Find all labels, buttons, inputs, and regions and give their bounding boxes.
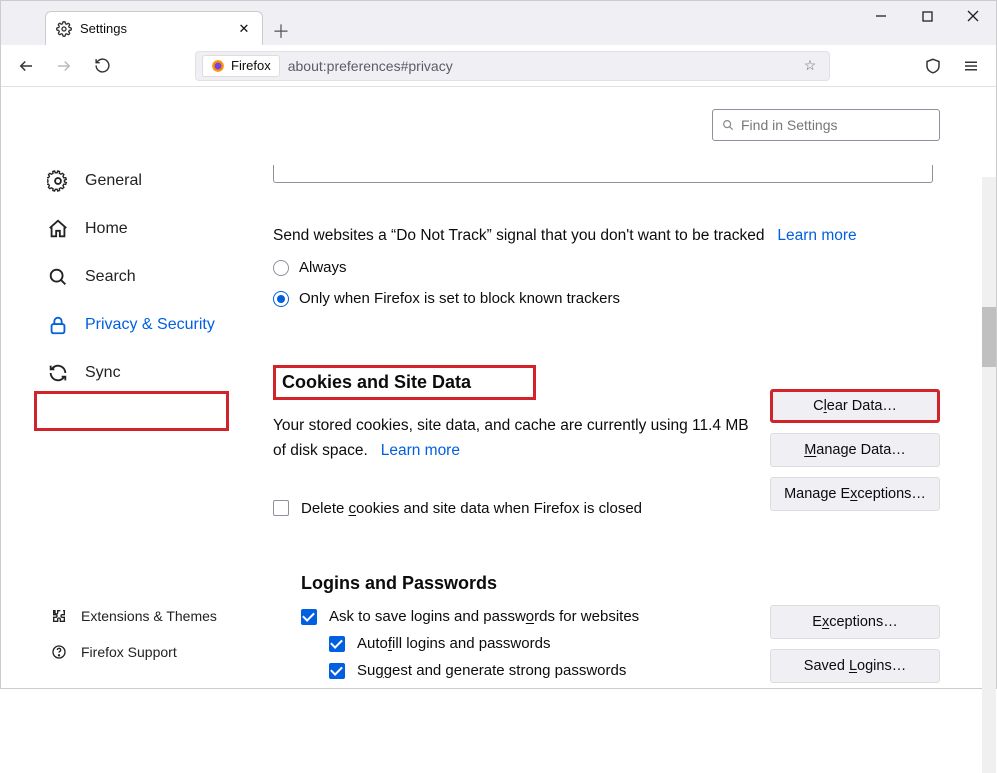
urlbar[interactable]: Firefox about:preferences#privacy ☆: [195, 51, 830, 81]
dnt-section: Send websites a “Do Not Track” signal th…: [273, 227, 973, 307]
sidebar-item-label: General: [85, 172, 142, 190]
cookies-learn-more-link[interactable]: Learn more: [381, 442, 460, 459]
checkbox-icon[interactable]: [301, 609, 317, 625]
puzzle-icon: [51, 608, 67, 624]
checkbox-icon[interactable]: [329, 636, 345, 652]
checkbox-icon[interactable]: [329, 663, 345, 679]
dnt-only-row[interactable]: Only when Firefox is set to block known …: [273, 290, 973, 307]
help-icon: [51, 644, 67, 660]
forward-button[interactable]: [49, 51, 79, 81]
sidebar-bottom-label: Extensions & Themes: [81, 608, 217, 624]
menu-icon[interactable]: [956, 51, 986, 81]
gear-icon: [47, 170, 69, 192]
sidebar-item-privacy[interactable]: Privacy & Security: [1, 301, 251, 349]
back-button[interactable]: [11, 51, 41, 81]
identity-label: Firefox: [231, 58, 271, 73]
sidebar-item-label: Search: [85, 268, 136, 286]
cookies-desc: Your stored cookies, site data, and cach…: [273, 414, 763, 464]
new-tab-button[interactable]: ＋: [267, 17, 295, 45]
lock-icon: [47, 314, 69, 336]
firefox-icon: [211, 59, 225, 73]
autofill-label: Autofill logins and passwords: [357, 635, 550, 652]
tab-title: Settings: [80, 21, 228, 36]
titlebar: Settings ✕ ＋: [1, 1, 996, 45]
sidebar-item-sync[interactable]: Sync: [1, 349, 251, 397]
sync-icon: [47, 362, 69, 384]
radio-icon[interactable]: [273, 291, 289, 307]
reload-button[interactable]: [87, 51, 117, 81]
checkbox-icon[interactable]: [273, 500, 289, 516]
ask-save-label: Ask to save logins and passwords for web…: [329, 608, 639, 625]
search-icon: [721, 118, 735, 132]
window-controls: [858, 1, 996, 45]
sidebar-bottom-label: Firefox Support: [81, 644, 177, 660]
pocket-icon[interactable]: [918, 51, 948, 81]
find-in-settings[interactable]: Find in Settings: [712, 109, 940, 141]
main: Find in Settings Send websites a “Do Not…: [251, 87, 996, 688]
close-button[interactable]: [950, 1, 996, 31]
manage-data-button[interactable]: Manage Data…: [770, 433, 940, 467]
sidebar-item-home[interactable]: Home: [1, 205, 251, 253]
site-identity[interactable]: Firefox: [202, 55, 280, 77]
dnt-always-label: Always: [299, 259, 347, 276]
minimize-button[interactable]: [858, 1, 904, 31]
saved-logins-button[interactable]: Saved Logins…: [770, 649, 940, 683]
toolbar: Firefox about:preferences#privacy ☆: [1, 45, 996, 87]
sidebar-item-general[interactable]: General: [1, 157, 251, 205]
home-icon: [47, 218, 69, 240]
maximize-button[interactable]: [904, 1, 950, 31]
sidebar-item-search[interactable]: Search: [1, 253, 251, 301]
dnt-always-row[interactable]: Always: [273, 259, 973, 276]
manage-exceptions-button[interactable]: Manage Exceptions…: [770, 477, 940, 511]
sidebar-support[interactable]: Firefox Support: [1, 634, 251, 670]
sidebar-item-label: Privacy & Security: [85, 316, 215, 334]
scrollbar-track[interactable]: [982, 177, 996, 773]
partial-section-box: [273, 165, 933, 183]
url-address: about:preferences#privacy: [288, 58, 453, 74]
tab-settings[interactable]: Settings ✕: [45, 11, 263, 45]
sidebar-item-label: Sync: [85, 364, 121, 382]
dnt-learn-more-link[interactable]: Learn more: [777, 227, 856, 244]
sidebar-item-label: Home: [85, 220, 128, 238]
logins-buttons: Exceptions… Saved Logins…: [770, 605, 940, 683]
suggest-label: Suggest and generate strong passwords: [357, 662, 626, 679]
cookies-heading: Cookies and Site Data: [273, 365, 536, 400]
radio-icon[interactable]: [273, 260, 289, 276]
scrollbar-thumb[interactable]: [982, 307, 996, 367]
exceptions-button[interactable]: Exceptions…: [770, 605, 940, 639]
bookmark-star-icon[interactable]: ☆: [797, 57, 823, 74]
sidebar-bottom: Extensions & Themes Firefox Support: [1, 598, 251, 670]
sidebar-extensions[interactable]: Extensions & Themes: [1, 598, 251, 634]
dnt-text: Send websites a “Do Not Track” signal th…: [273, 227, 764, 244]
content: General Home Search Privacy & Security S…: [1, 87, 996, 688]
cookies-buttons: Clear Data… Manage Data… Manage Exceptio…: [770, 389, 940, 511]
find-placeholder: Find in Settings: [741, 117, 838, 133]
clear-data-button[interactable]: Clear Data…: [770, 389, 940, 423]
delete-on-close-label: Delete cookies and site data when Firefo…: [301, 500, 642, 517]
gear-icon: [56, 21, 72, 37]
tab-close-icon[interactable]: ✕: [236, 21, 252, 37]
dnt-only-label: Only when Firefox is set to block known …: [299, 290, 620, 307]
logins-heading: Logins and Passwords: [301, 573, 973, 594]
search-icon: [47, 266, 69, 288]
